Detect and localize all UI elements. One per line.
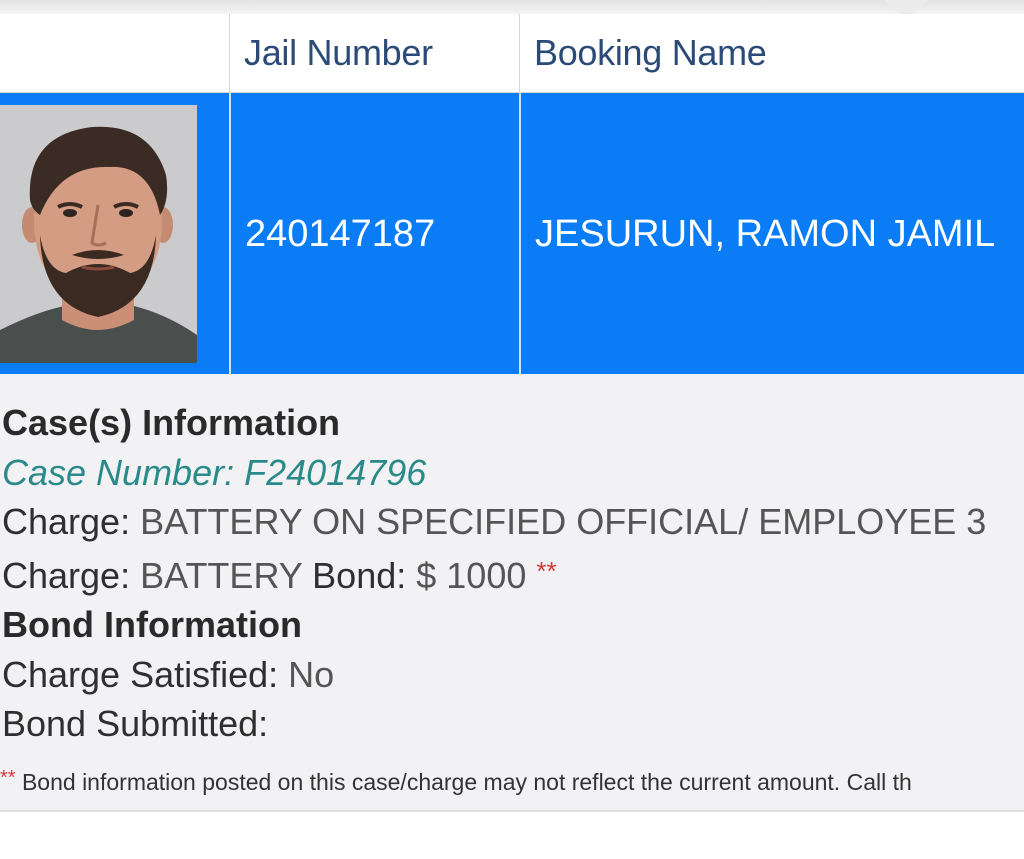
- disclaimer-text: Bond information posted on this case/cha…: [21, 768, 912, 795]
- charge-line-2: Charge: BATTERY Bond: $ 1000 **: [2, 547, 1024, 601]
- case-number-line[interactable]: Case Number: F24014796: [2, 448, 1024, 498]
- mugshot-photo[interactable]: [0, 105, 197, 363]
- bond-amount: $ 1000: [416, 554, 527, 596]
- top-card-edge: [0, 0, 1024, 14]
- bond-submitted-line: Bond Submitted:: [2, 699, 1024, 749]
- charge-value: BATTERY ON SPECIFIED OFFICIAL/ EMPLOYEE …: [140, 501, 987, 542]
- charge-label: Charge:: [2, 501, 131, 542]
- bond-submitted-label: Bond Submitted:: [2, 703, 269, 744]
- table-header-row: Jail Number Booking Name: [0, 14, 1024, 93]
- table-row[interactable]: 240147187 JESURUN, RAMON JAMIL: [0, 93, 1024, 375]
- bond-disclaimer: ** Bond information posted on this case/…: [0, 763, 1024, 797]
- bond-label: Bond:: [312, 554, 407, 596]
- case-details-panel: Case(s) Information Case Number: F240147…: [0, 374, 1024, 812]
- case-number-value: F24014796: [244, 451, 427, 493]
- charge-satisfied-label: Charge Satisfied:: [2, 653, 279, 695]
- header-booking-name[interactable]: Booking Name: [519, 14, 1024, 92]
- charge-line-1: Charge: BATTERY ON SPECIFIED OFFICIAL/ E…: [2, 497, 1024, 547]
- charge-satisfied-line: Charge Satisfied: No: [2, 650, 1024, 700]
- header-photo: [0, 14, 229, 92]
- header-jail-number[interactable]: Jail Number: [229, 14, 519, 92]
- case-number-label: Case Number:: [2, 451, 235, 493]
- booking-name-cell: JESURUN, RAMON JAMIL: [519, 93, 1024, 375]
- case-info-heading: Case(s) Information: [2, 402, 341, 443]
- charge-value: BATTERY: [140, 554, 303, 596]
- disclaimer-marker: **: [0, 766, 16, 789]
- mugshot-image: [0, 105, 197, 363]
- charge-label: Charge:: [2, 554, 131, 596]
- charge-satisfied-value: No: [288, 653, 335, 695]
- booking-table: Jail Number Booking Name 240147187 JESUR…: [0, 14, 1024, 375]
- photo-cell: [0, 93, 229, 375]
- jail-number-cell: 240147187: [229, 93, 519, 375]
- booking-record-page: Jail Number Booking Name 240147187 JESUR…: [0, 0, 1024, 859]
- bond-footnote-marker: **: [536, 555, 557, 586]
- bond-info-heading: Bond Information: [2, 604, 302, 645]
